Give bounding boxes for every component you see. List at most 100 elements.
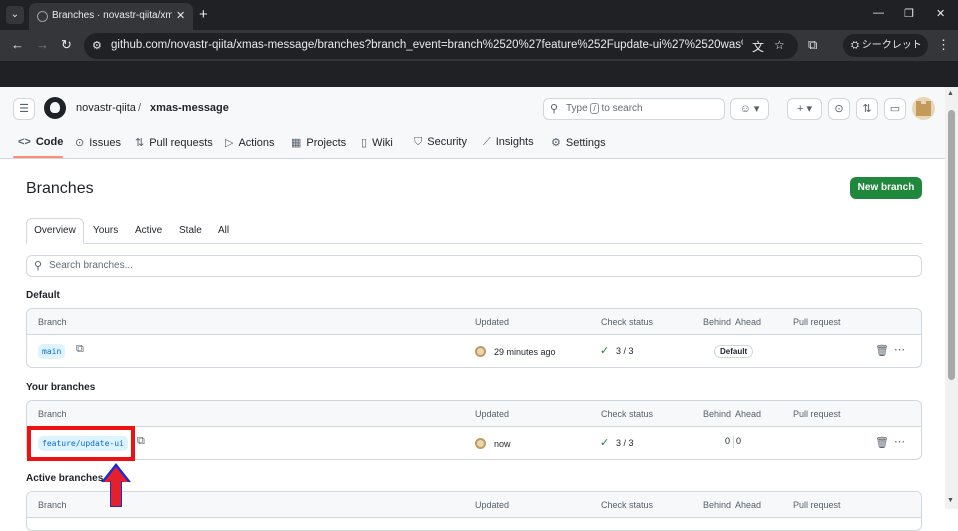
site-info-icon[interactable]: ⚙ (92, 39, 102, 52)
more-options-icon[interactable]: ⋯ (894, 343, 905, 356)
tab-wiki[interactable]: ▯ Wiki (361, 136, 393, 149)
your-branches-table: Branch Updated Check status Behind Ahead… (26, 400, 922, 460)
inbox-icon: ▭ (889, 103, 901, 115)
updated-time: now (494, 439, 511, 449)
table-icon: ▦ (291, 137, 302, 149)
col-ahead: Ahead (735, 317, 762, 327)
copilot-button[interactable]: ☺ ▾ (730, 98, 769, 120)
active-tab-indicator (13, 156, 63, 158)
copilot-icon: ☺ ▾ (739, 103, 760, 115)
browser-menu-icon[interactable]: ⋮ (937, 37, 950, 53)
tab-pull-requests[interactable]: ⇅ Pull requests (135, 136, 213, 149)
search-icon: ⚲ (550, 103, 559, 115)
branch-name-link[interactable]: main (38, 344, 66, 359)
url-text[interactable]: github.com/novastr-qiita/xmas-message/br… (111, 39, 743, 51)
search-shortcut-key: / (590, 103, 599, 114)
forward-icon[interactable]: → (36, 37, 49, 52)
address-bar[interactable]: ⚙ github.com/novastr-qiita/xmas-message/… (84, 33, 798, 59)
global-search-input[interactable]: ⚲ Type / to search (543, 98, 725, 120)
book-icon: ▯ (361, 137, 368, 149)
col-check-status: Check status (601, 409, 654, 419)
browser-tab[interactable]: Branches · novastr-qiita/xma ✕ (29, 3, 193, 30)
tab-actions[interactable]: ▷ Actions (225, 136, 275, 149)
minimize-button[interactable]: — (873, 7, 884, 19)
reload-icon[interactable]: ↻ (61, 37, 72, 53)
browser-chrome: ⌄ Branches · novastr-qiita/xma ✕ + — ❐ ✕… (0, 0, 958, 87)
scroll-up-arrow-icon[interactable]: ▲ (947, 90, 954, 97)
trash-icon[interactable]: 🗑 (875, 436, 889, 449)
check-icon: ✓ (600, 437, 610, 449)
plus-icon: + ▾ (796, 103, 812, 115)
user-avatar[interactable] (912, 97, 935, 120)
inbox-button[interactable]: ▭ (884, 98, 906, 120)
updated-time: 29 minutes ago (494, 347, 556, 357)
search-prefix: Type (566, 103, 588, 114)
breadcrumb-separator: / (138, 102, 142, 114)
branch-filter-tabs: Overview Yours Active Stale All (26, 218, 922, 244)
tab-code[interactable]: <> Code (18, 136, 63, 148)
subtab-stale[interactable]: Stale (179, 225, 202, 236)
back-icon[interactable]: ← (11, 37, 24, 52)
scrollbar-thumb[interactable] (948, 110, 955, 380)
new-branch-button[interactable]: New branch (850, 177, 922, 199)
tab-insights[interactable]: ⟋ Insights (483, 136, 534, 149)
check-count[interactable]: 3 / 3 (616, 438, 634, 448)
breadcrumb-owner[interactable]: novastr-qiita (76, 102, 136, 114)
branch-search-input[interactable]: ⚲ Search branches... (26, 255, 922, 277)
subtab-all[interactable]: All (218, 225, 229, 236)
create-new-button[interactable]: + ▾ (787, 98, 822, 120)
play-icon: ▷ (225, 137, 234, 149)
search-icon: ⚲ (34, 260, 43, 272)
more-options-icon[interactable]: ⋯ (894, 435, 905, 448)
github-header: ☰ novastr-qiita / xmas-message ⚲ Type / … (0, 87, 945, 159)
code-icon: <> (18, 136, 31, 148)
tab-projects[interactable]: ▦ Projects (291, 136, 346, 149)
trash-icon[interactable]: 🗑 (875, 344, 889, 357)
section-heading-yours: Your branches (26, 382, 96, 393)
pulls-header-button[interactable]: ⇅ (856, 98, 878, 120)
restore-button[interactable]: ❐ (904, 7, 914, 20)
subtab-yours[interactable]: Yours (93, 225, 118, 236)
tab-close-icon[interactable]: ✕ (176, 9, 185, 22)
new-tab-button[interactable]: + (199, 6, 208, 23)
issue-icon: ⊙ (75, 137, 85, 149)
section-heading-active: Active branches (26, 473, 104, 484)
menu-icon[interactable]: ☰ (13, 98, 35, 120)
translate-icon[interactable]: 文 (752, 38, 764, 55)
tab-settings[interactable]: ⚙ Settings (551, 136, 606, 149)
default-branch-table: Branch Updated Check status Behind Ahead… (26, 308, 922, 368)
bookmark-star-icon[interactable]: ☆ (774, 38, 785, 52)
col-ahead: Ahead (735, 409, 762, 419)
subtab-overview[interactable]: Overview (26, 218, 84, 244)
copy-icon[interactable]: ⧉ (76, 343, 84, 356)
up-arrow-fill (104, 467, 128, 482)
page-title: Branches (26, 180, 94, 197)
close-window-button[interactable]: ✕ (936, 7, 945, 20)
pull-request-icon: ⇅ (135, 137, 145, 149)
pull-request-icon: ⇅ (862, 103, 872, 115)
table-header: Branch Updated Check status Behind Ahead… (27, 309, 921, 335)
section-heading-default: Default (26, 290, 60, 301)
issues-header-button[interactable]: ⊙ (828, 98, 850, 120)
extensions-icon[interactable]: ⧉ (808, 37, 817, 53)
tab-issues[interactable]: ⊙ Issues (75, 136, 121, 149)
browser-toolbar: ← → ↻ ⚙ github.com/novastr-qiita/xmas-me… (0, 30, 958, 61)
table-header: Branch Updated Check status Behind Ahead… (27, 401, 921, 427)
tab-title: Branches · novastr-qiita/xma (52, 10, 172, 21)
subtab-active[interactable]: Active (135, 225, 162, 236)
github-logo-icon[interactable] (44, 97, 66, 119)
author-avatar[interactable] (475, 346, 486, 357)
branch-search-placeholder: Search branches... (49, 260, 133, 271)
incognito-indicator[interactable]: ⛭ シークレット (843, 34, 928, 57)
copy-icon[interactable]: ⧉ (137, 435, 145, 448)
tab-strip: ⌄ Branches · novastr-qiita/xma ✕ + — ❐ ✕ (0, 0, 958, 30)
gear-icon: ⚙ (551, 137, 561, 149)
graph-icon: ⟋ (483, 136, 491, 148)
check-count[interactable]: 3 / 3 (616, 346, 634, 356)
col-pull-request: Pull request (793, 409, 841, 419)
author-avatar[interactable] (475, 438, 486, 449)
breadcrumb-repo[interactable]: xmas-message (150, 102, 229, 114)
tab-search-button[interactable]: ⌄ (6, 6, 24, 24)
tab-security[interactable]: ⛉ Security (414, 136, 467, 149)
scroll-down-arrow-icon[interactable]: ▼ (947, 497, 954, 504)
